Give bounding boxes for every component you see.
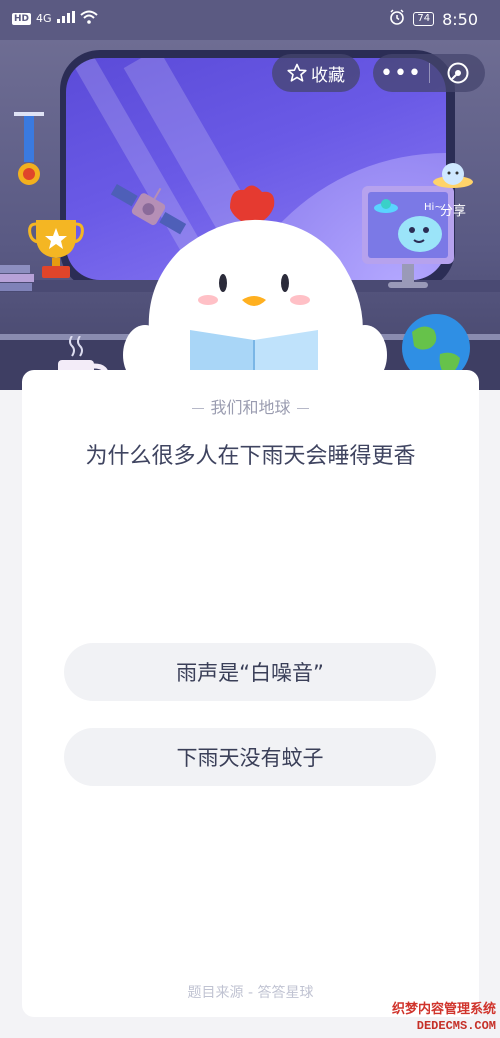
status-right: 74 8:50 xyxy=(389,9,478,29)
exit-button[interactable] xyxy=(430,54,485,92)
status-bar: HD 4G 74 8:50 xyxy=(0,0,500,40)
answer-option-label: 雨声是“白噪音” xyxy=(176,661,324,685)
more-icon: ••• xyxy=(380,60,422,86)
favorite-label: 收藏 xyxy=(311,65,345,86)
share-label: 分享 xyxy=(439,204,466,219)
hero-scene: Hi~ 分享 xyxy=(0,40,500,390)
chicken-mascot-icon xyxy=(123,185,387,390)
answer-option-label: 下雨天没有蚊子 xyxy=(176,746,324,770)
wifi-icon xyxy=(79,10,98,27)
share-button[interactable]: 分享 xyxy=(428,158,478,219)
category-text: 我们和地球 xyxy=(210,398,291,417)
hd-badge: HD xyxy=(12,12,32,25)
alarm-icon xyxy=(389,9,405,29)
battery-indicator: 74 xyxy=(413,12,435,26)
watermark-line-1: 织梦内容管理系统 xyxy=(391,1002,496,1017)
answer-option-1[interactable]: 雨声是“白噪音” xyxy=(64,643,436,701)
question-card: 我们和地球 为什么很多人在下雨天会睡得更香 雨声是“白噪音” 下雨天没有蚊子 题… xyxy=(22,370,479,1017)
question-text: 为什么很多人在下雨天会睡得更香 xyxy=(85,444,416,469)
question-source: 题目来源 - 答答星球 xyxy=(187,985,314,1001)
books-icon xyxy=(0,265,34,291)
category-label: 我们和地球 xyxy=(22,394,479,418)
target-close-icon xyxy=(447,62,468,84)
category-dash-right xyxy=(296,408,309,409)
status-left: HD 4G xyxy=(12,10,98,27)
network-type: 4G xyxy=(36,12,52,25)
signal-icon xyxy=(56,11,75,26)
watermark-line-2: DEDECMS.COM xyxy=(416,1019,496,1033)
trophy-icon xyxy=(28,220,84,278)
planet-share-icon xyxy=(433,163,473,188)
medal-icon xyxy=(14,112,44,185)
category-dash-left xyxy=(192,408,205,409)
capsule-menu: ••• xyxy=(373,54,485,92)
more-button[interactable]: ••• xyxy=(373,54,429,92)
clock: 8:50 xyxy=(442,9,478,29)
watermark: 织梦内容管理系统 DEDECMS.COM xyxy=(392,1002,496,1034)
answer-option-2[interactable]: 下雨天没有蚊子 xyxy=(64,728,436,786)
favorite-button[interactable]: 收藏 xyxy=(272,54,360,92)
star-icon xyxy=(287,63,307,82)
